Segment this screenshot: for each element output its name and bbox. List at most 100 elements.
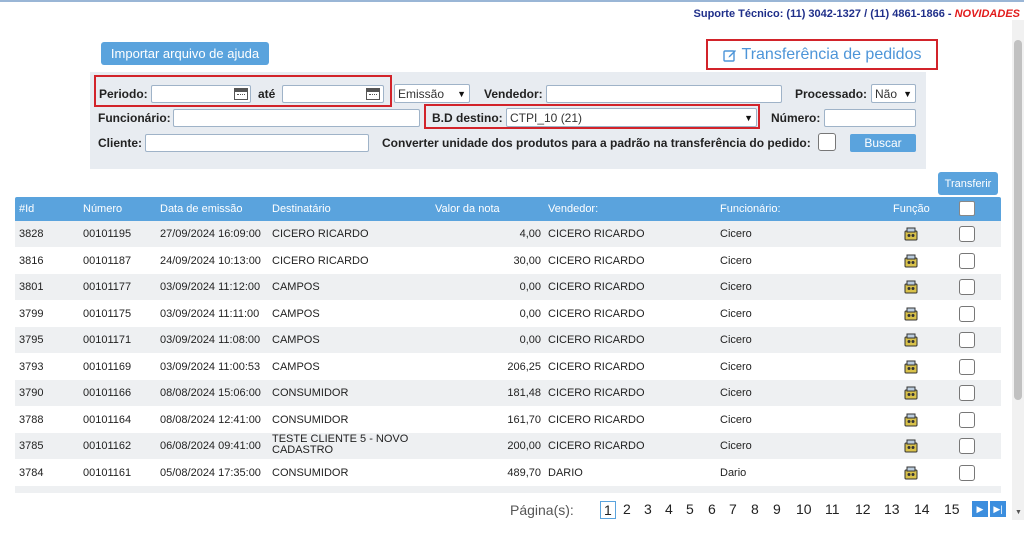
- cell-destinatario: CAMPOS: [272, 361, 320, 373]
- transfer-button[interactable]: Transferir: [938, 172, 998, 195]
- cell-funcionario: Cicero: [720, 281, 752, 293]
- page-link[interactable]: 5: [686, 501, 694, 517]
- table-row[interactable]: 3801 00101177 03/09/2024 11:12:00 CAMPOS 0,0…: [15, 274, 1001, 300]
- table-row[interactable]: 3816 00101187 24/09/2024 10:13:00 CICERO RI…: [15, 248, 1001, 274]
- transfer-function-icon[interactable]: [904, 386, 918, 400]
- page-link[interactable]: 8: [751, 501, 759, 517]
- cell-valor: 4,00: [519, 228, 541, 240]
- date-type-select[interactable]: Emissão ▼: [394, 84, 470, 103]
- table-row[interactable]: 3784 00101161 05/08/2024 17:35:00 CONSUMIDO…: [15, 460, 1001, 486]
- transfer-function-icon[interactable]: [904, 360, 918, 374]
- cell-destinatario: CICERO RICARDO: [272, 228, 369, 240]
- page-link[interactable]: 7: [729, 501, 737, 517]
- cliente-input[interactable]: [145, 134, 369, 152]
- cell-data: 05/08/2024 17:35:00: [160, 467, 261, 479]
- table-row[interactable]: 3799 00101175 03/09/2024 11:11:00 CAMPOS 0,0…: [15, 301, 1001, 327]
- scrollbar-thumb[interactable]: [1014, 40, 1022, 400]
- next-page-icon[interactable]: ▶: [972, 501, 988, 517]
- transfer-function-icon[interactable]: [904, 439, 918, 453]
- transfer-function-icon[interactable]: [904, 333, 918, 347]
- search-button[interactable]: Buscar: [850, 134, 916, 152]
- cell-id: 3801: [19, 281, 44, 293]
- row-checkbox[interactable]: [959, 359, 975, 375]
- row-checkbox[interactable]: [959, 279, 975, 295]
- converter-unit-label: Converter unidade dos produtos para a pa…: [382, 136, 811, 150]
- calendar-icon[interactable]: [234, 88, 248, 100]
- last-page-icon[interactable]: ▶|: [990, 501, 1006, 517]
- cell-vendedor: CICERO RICARDO: [548, 281, 645, 293]
- transfer-function-icon[interactable]: [904, 307, 918, 321]
- processado-select[interactable]: Não ▼: [871, 84, 916, 103]
- table-row[interactable]: 3785 00101162 06/08/2024 09:41:00 TESTE CLI…: [15, 433, 1001, 459]
- date-type-value: Emissão: [398, 86, 445, 101]
- page-link[interactable]: 3: [644, 501, 652, 517]
- chevron-down-icon: ▼: [457, 88, 466, 99]
- cell-data: 24/09/2024 10:13:00: [160, 255, 261, 267]
- page-link[interactable]: 9: [773, 501, 781, 517]
- cell-data: 08/08/2024 15:06:00: [160, 387, 261, 399]
- scroll-down-arrow-icon[interactable]: ▼: [1015, 509, 1022, 516]
- pagination-label: Página(s):: [510, 502, 574, 518]
- cell-id: 3799: [19, 308, 44, 320]
- funcionario-input[interactable]: [173, 109, 420, 127]
- transfer-function-icon[interactable]: [904, 466, 918, 480]
- col-valor-header: Valor da nota: [435, 203, 500, 215]
- col-vendedor-header: Vendedor:: [548, 203, 599, 215]
- top-border: [0, 0, 1024, 2]
- table-row[interactable]: 3795 00101171 03/09/2024 11:08:00 CAMPOS 0,0…: [15, 327, 1001, 353]
- row-checkbox[interactable]: [959, 332, 975, 348]
- col-data-header: Data de emissão: [160, 203, 243, 215]
- chevron-down-icon: ▼: [903, 88, 912, 99]
- bd-destino-label: B.D destino:: [432, 111, 503, 125]
- calendar-icon[interactable]: [366, 88, 380, 100]
- cell-numero: 00101169: [83, 361, 132, 373]
- cell-numero: 00101195: [83, 228, 132, 240]
- cell-destinatario: CONSUMIDOR: [272, 387, 349, 399]
- converter-unit-checkbox[interactable]: [818, 133, 836, 151]
- page-link[interactable]: 12: [855, 501, 871, 517]
- page-link[interactable]: 1: [600, 501, 616, 519]
- novidades-link[interactable]: NOVIDADES: [955, 8, 1020, 20]
- transfer-function-icon[interactable]: [904, 254, 918, 268]
- row-checkbox[interactable]: [959, 253, 975, 269]
- cell-valor: 0,00: [519, 281, 541, 293]
- row-checkbox[interactable]: [959, 438, 975, 454]
- cell-id: 3816: [19, 255, 44, 267]
- numero-input[interactable]: [824, 109, 916, 127]
- table-row[interactable]: 3790 00101166 08/08/2024 15:06:00 CONSUMIDO…: [15, 380, 1001, 406]
- vendedor-input[interactable]: [546, 85, 782, 103]
- cell-funcionario: Cicero: [720, 334, 752, 346]
- page-link[interactable]: 6: [708, 501, 716, 517]
- page-link[interactable]: 2: [623, 501, 631, 517]
- table-row-partial: [15, 486, 1001, 493]
- page-link[interactable]: 13: [884, 501, 900, 517]
- page-link[interactable]: 14: [914, 501, 930, 517]
- transfer-function-icon[interactable]: [904, 280, 918, 294]
- page-link[interactable]: 15: [944, 501, 960, 517]
- row-checkbox[interactable]: [959, 412, 975, 428]
- page-scrollbar[interactable]: ▼: [1012, 20, 1024, 520]
- transfer-function-icon[interactable]: [904, 413, 918, 427]
- page-link[interactable]: 10: [796, 501, 812, 517]
- row-checkbox[interactable]: [959, 226, 975, 242]
- page-link[interactable]: 11: [825, 501, 840, 517]
- table-row[interactable]: 3788 00101164 08/08/2024 12:41:00 CONSUMIDO…: [15, 407, 1001, 433]
- row-checkbox[interactable]: [959, 385, 975, 401]
- table-row[interactable]: 3828 00101195 27/09/2024 16:09:00 CICERO RI…: [15, 221, 1001, 247]
- cell-id: 3785: [19, 440, 44, 452]
- cell-destinatario: CAMPOS: [272, 281, 320, 293]
- table-row[interactable]: 3793 00101169 03/09/2024 11:00:53 CAMPOS 206…: [15, 354, 1001, 380]
- row-checkbox[interactable]: [959, 465, 975, 481]
- bd-destino-select[interactable]: CTPI_10 (21) ▼: [506, 108, 757, 127]
- page-link[interactable]: 4: [665, 501, 673, 517]
- cell-vendedor: CICERO RICARDO: [548, 255, 645, 267]
- import-help-file-button[interactable]: Importar arquivo de ajuda: [101, 42, 269, 65]
- cell-funcionario: Cicero: [720, 387, 752, 399]
- row-checkbox[interactable]: [959, 306, 975, 322]
- cell-valor: 0,00: [519, 308, 541, 320]
- cell-funcionario: Cicero: [720, 308, 752, 320]
- transfer-function-icon[interactable]: [904, 227, 918, 241]
- processado-value: Não: [875, 86, 898, 101]
- support-phone-text: Suporte Técnico: (11) 3042-1327 / (11) 4…: [693, 8, 955, 20]
- select-all-checkbox[interactable]: [959, 201, 975, 216]
